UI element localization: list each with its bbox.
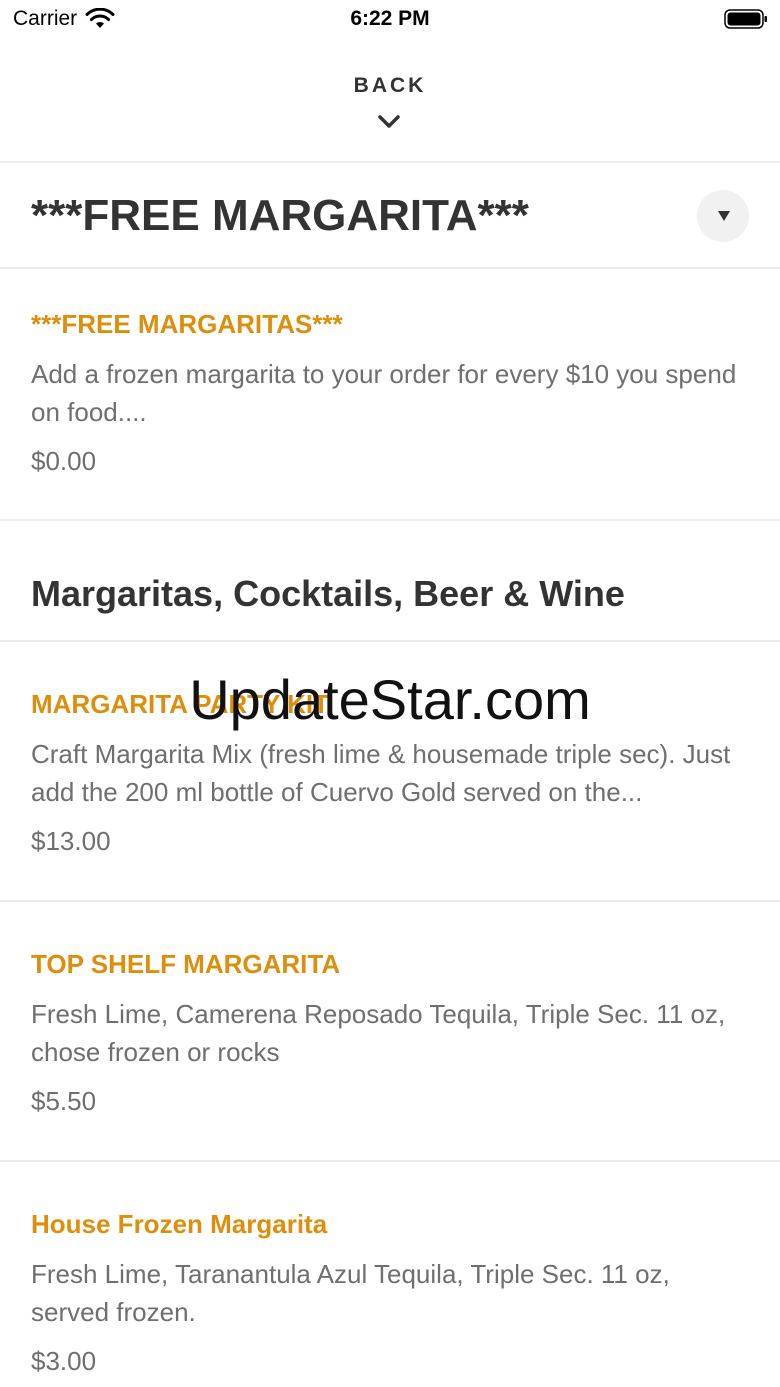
menu-item-margarita-party-kit[interactable]: MARGARITA PARTY KIT Craft Margarita Mix …: [0, 642, 780, 902]
item-description: Craft Margarita Mix (fresh lime & housem…: [31, 739, 731, 807]
item-description: Add a frozen margarita to your order for…: [31, 359, 737, 427]
section-header: Margaritas, Cocktails, Beer & Wine: [0, 521, 780, 642]
section-title: Margaritas, Cocktails, Beer & Wine: [31, 573, 625, 614]
category-header: ***FREE MARGARITA***: [0, 163, 780, 269]
item-price: $3.00: [31, 1346, 97, 1376]
category-title: ***FREE MARGARITA***: [31, 191, 529, 240]
menu-item-house-frozen-margarita[interactable]: House Frozen Margarita Fresh Lime, Taran…: [0, 1162, 780, 1387]
item-name: MARGARITA PARTY KIT: [31, 689, 330, 719]
menu-item-top-shelf-margarita[interactable]: TOP SHELF MARGARITA Fresh Lime, Camerena…: [0, 902, 780, 1162]
item-price: $13.00: [31, 826, 111, 856]
back-button[interactable]: BACK: [0, 74, 780, 98]
item-description: Fresh Lime, Taranantula Azul Tequila, Tr…: [31, 1259, 670, 1327]
battery-icon: [724, 9, 767, 29]
chevron-down-icon[interactable]: [377, 114, 401, 130]
item-description: Fresh Lime, Camerena Reposado Tequila, T…: [31, 999, 726, 1067]
item-name: ***FREE MARGARITAS***: [31, 309, 343, 339]
item-name: House Frozen Margarita: [31, 1209, 328, 1239]
item-price: $0.00: [31, 446, 97, 476]
status-time: 6:22 PM: [350, 7, 430, 30]
status-bar: Carrier 6:22 PM: [0, 0, 780, 40]
caret-down-icon: [718, 211, 730, 221]
category-dropdown-button[interactable]: [697, 190, 749, 242]
back-nav[interactable]: BACK: [0, 40, 780, 163]
menu-item-free-margaritas[interactable]: ***FREE MARGARITAS*** Add a frozen marga…: [0, 269, 780, 521]
item-price: $5.50: [31, 1086, 97, 1116]
item-name: TOP SHELF MARGARITA: [31, 949, 341, 979]
